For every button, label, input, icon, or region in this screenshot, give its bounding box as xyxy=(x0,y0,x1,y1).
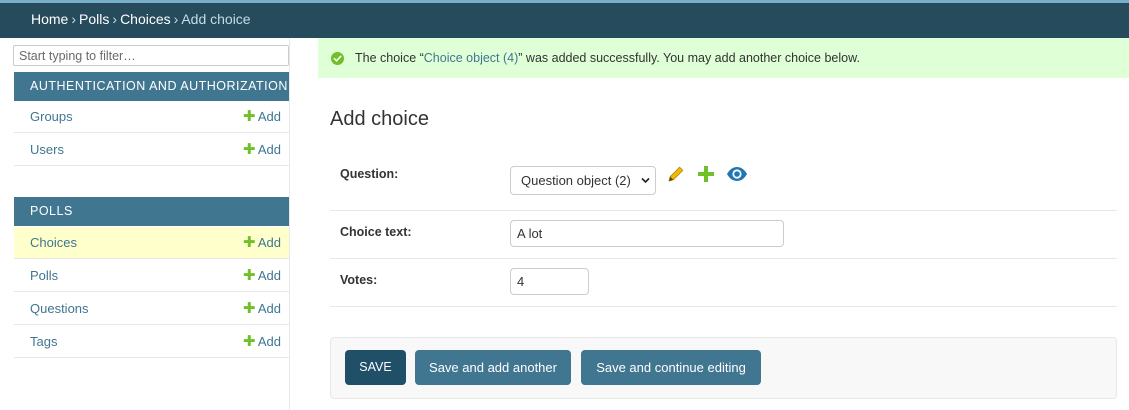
sidebar-item-questions: Questions ✚ Add xyxy=(14,293,289,325)
change-related-pencil-icon[interactable] xyxy=(666,164,686,189)
add-tags-link[interactable]: ✚ Add xyxy=(243,326,281,358)
choice-text-label: Choice text: xyxy=(340,225,412,239)
add-label: Add xyxy=(257,142,281,157)
votes-input[interactable]: 4 xyxy=(510,268,589,295)
sidebar-item-label[interactable]: Groups xyxy=(30,101,73,133)
breadcrumb-separator: › xyxy=(112,11,118,27)
chevron-down-icon xyxy=(641,167,650,205)
plus-icon: ✚ xyxy=(242,108,256,125)
add-label: Add xyxy=(257,334,281,349)
page-title: Add choice xyxy=(330,108,429,130)
message-prefix: The choice “ xyxy=(355,51,424,65)
add-label: Add xyxy=(257,235,281,250)
sidebar-item-groups: Groups ✚ Add xyxy=(14,101,289,133)
save-button[interactable]: SAVE xyxy=(345,350,406,385)
add-polls-link[interactable]: ✚ Add xyxy=(243,260,281,292)
module-caption-polls[interactable]: POLLS xyxy=(14,197,289,226)
related-widget-icons xyxy=(666,164,748,189)
success-message: The choice “Choice object (4)” was added… xyxy=(318,38,1129,78)
breadcrumb-choices[interactable]: Choices xyxy=(120,11,171,27)
form-row-question: Question: Question object (2) xyxy=(330,151,1117,211)
module-caption-auth[interactable]: AUTHENTICATION AND AUTHORIZATION xyxy=(14,72,289,101)
message-suffix: ” was added successfully. You may add an… xyxy=(518,51,860,65)
sidebar-item-users: Users ✚ Add xyxy=(14,134,289,166)
breadcrumb-separator: › xyxy=(71,11,77,27)
form-row-votes: Votes: 4 xyxy=(330,259,1117,307)
nav-filter-input[interactable] xyxy=(13,45,289,66)
add-label: Add xyxy=(257,109,281,124)
success-check-icon xyxy=(331,52,344,65)
add-label: Add xyxy=(257,268,281,283)
choice-object-link[interactable]: Choice object (4) xyxy=(424,51,519,65)
sidebar-item-choices: Choices ✚ Add xyxy=(14,227,289,259)
sidebar-item-label[interactable]: Tags xyxy=(30,326,57,358)
votes-label: Votes: xyxy=(340,273,378,287)
plus-icon: ✚ xyxy=(242,333,256,350)
add-choices-link[interactable]: ✚ Add xyxy=(243,227,281,259)
breadcrumb-separator: › xyxy=(173,11,179,27)
save-and-continue-button[interactable]: Save and continue editing xyxy=(581,350,761,385)
breadcrumb-polls[interactable]: Polls xyxy=(79,11,109,27)
add-users-link[interactable]: ✚ Add xyxy=(243,134,281,166)
sidebar-item-polls: Polls ✚ Add xyxy=(14,260,289,292)
question-label: Question: xyxy=(340,167,399,181)
add-groups-link[interactable]: ✚ Add xyxy=(243,101,281,133)
plus-icon: ✚ xyxy=(242,141,256,158)
sidebar-item-label[interactable]: Polls xyxy=(30,260,58,292)
sidebar-item-label[interactable]: Users xyxy=(30,134,64,166)
breadcrumb-current: Add choice xyxy=(181,11,251,27)
form-row-choice-text: Choice text: A lot xyxy=(330,211,1117,259)
add-label: Add xyxy=(257,301,281,316)
view-related-eye-icon[interactable] xyxy=(726,164,748,189)
choice-text-input[interactable]: A lot xyxy=(510,220,784,247)
plus-icon: ✚ xyxy=(242,267,256,284)
question-select[interactable]: Question object (2) xyxy=(510,166,656,195)
save-and-add-another-button[interactable]: Save and add another xyxy=(415,350,571,385)
add-questions-link[interactable]: ✚ Add xyxy=(243,293,281,325)
plus-icon: ✚ xyxy=(242,300,256,317)
sidebar-item-label[interactable]: Choices xyxy=(30,227,77,259)
sidebar-divider xyxy=(289,38,290,410)
question-selected-value: Question object (2) xyxy=(521,173,631,188)
nav-sidebar: AUTHENTICATION AND AUTHORIZATION Groups … xyxy=(0,38,290,410)
breadcrumb-home[interactable]: Home xyxy=(31,11,68,27)
breadcrumb: Home › Polls › Choices › Add choice xyxy=(0,3,1129,38)
add-related-plus-icon[interactable] xyxy=(696,164,716,189)
sidebar-item-label[interactable]: Questions xyxy=(30,293,89,325)
plus-icon: ✚ xyxy=(242,234,256,251)
sidebar-item-tags: Tags ✚ Add xyxy=(14,326,289,358)
submit-row: SAVE Save and add another Save and conti… xyxy=(330,337,1117,399)
